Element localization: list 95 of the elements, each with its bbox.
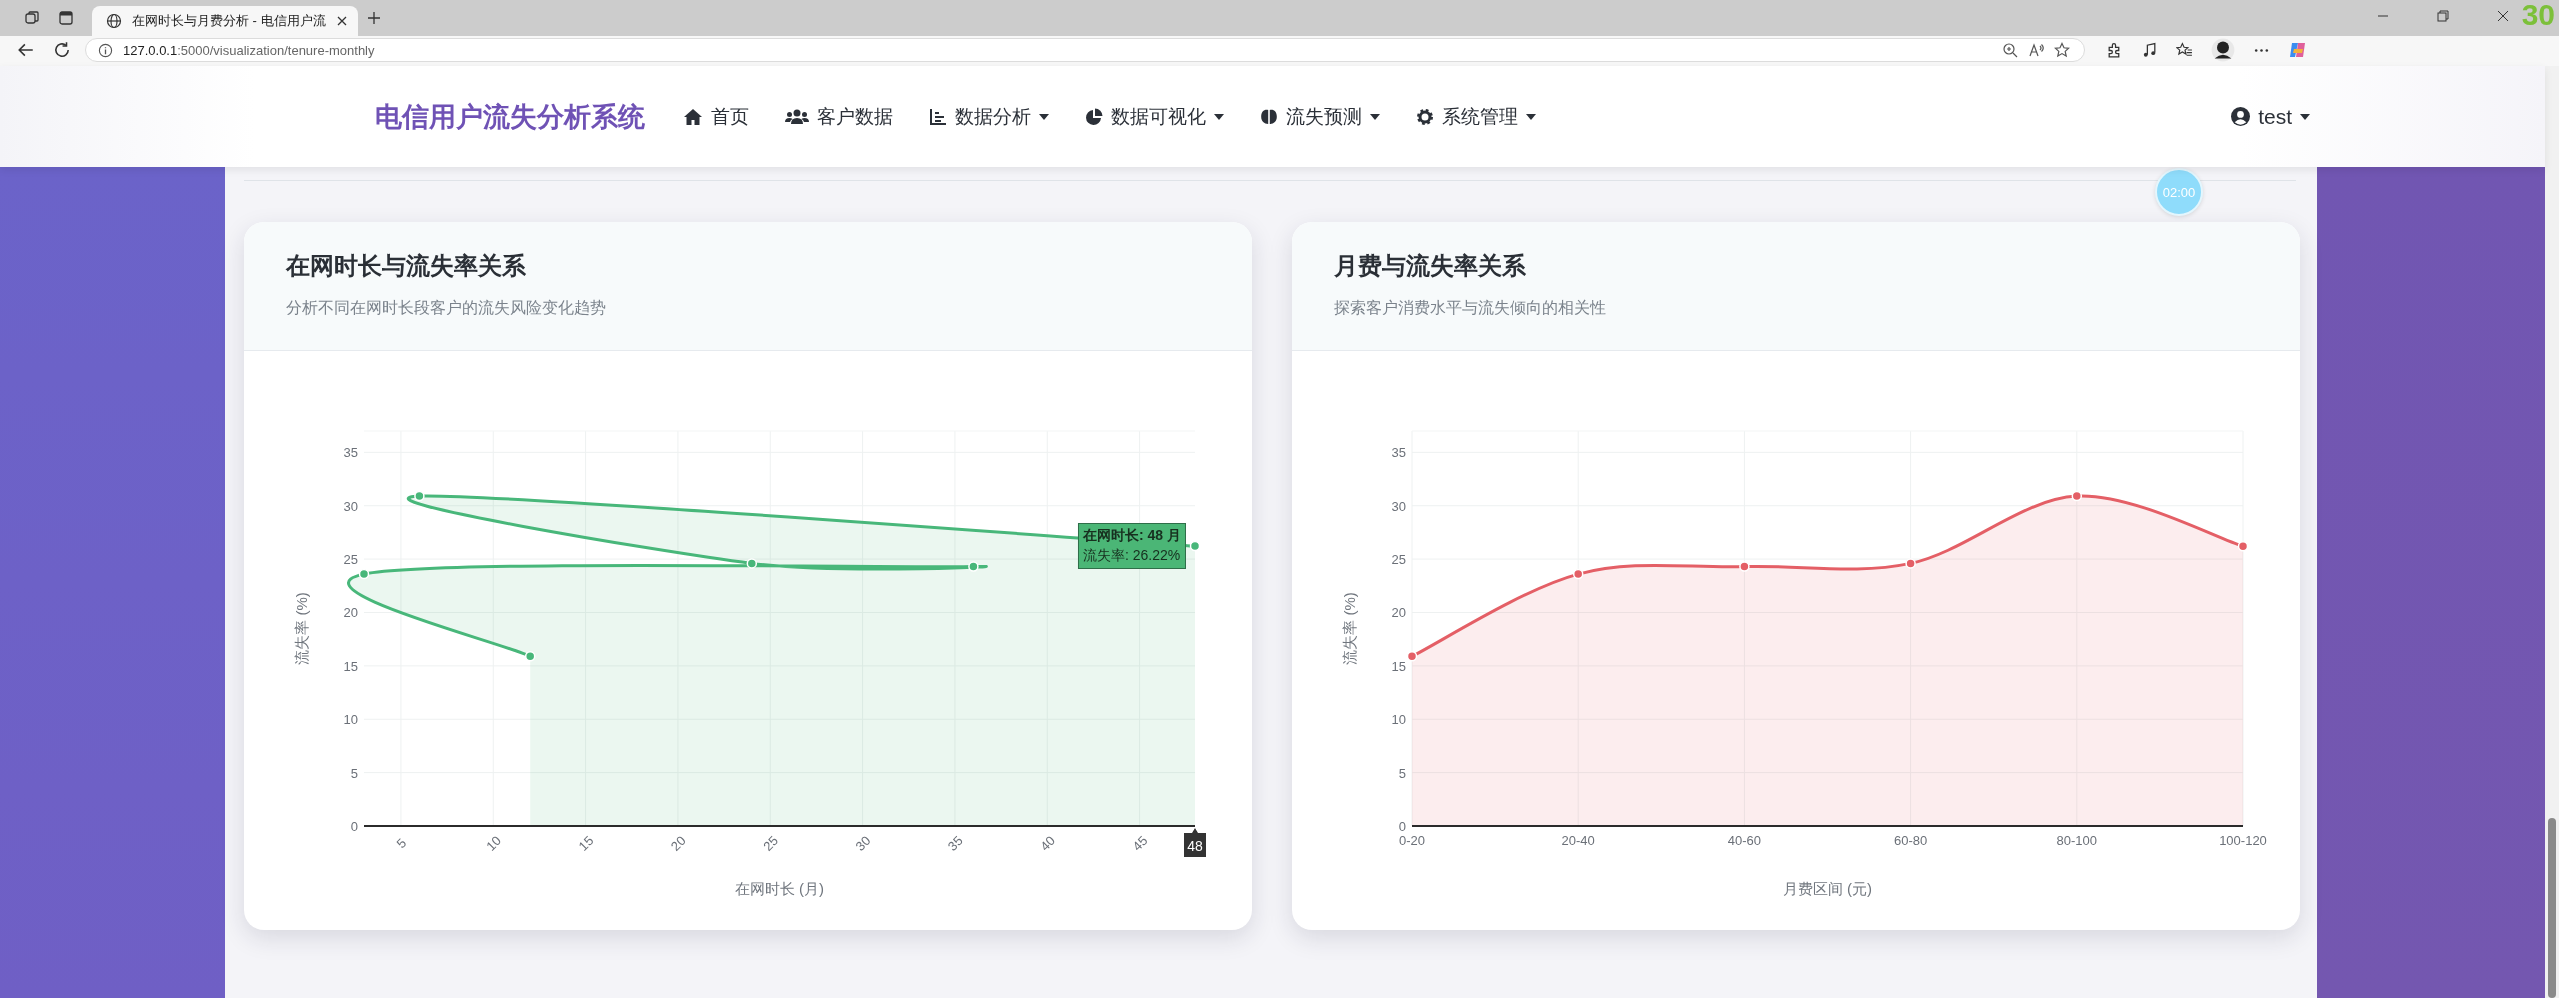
tab-actions-icon[interactable] <box>58 10 74 26</box>
copilot-icon[interactable] <box>2288 40 2308 60</box>
x-tick-label: 20-40 <box>1561 833 1595 848</box>
caret-icon <box>1039 113 1049 120</box>
caret-icon <box>2300 113 2310 120</box>
x-tick-label: 60-80 <box>1893 833 1928 848</box>
users-icon <box>785 107 809 126</box>
read-aloud-icon[interactable] <box>2028 42 2044 58</box>
zoom-icon[interactable] <box>2002 42 2018 58</box>
x-tick-label: 20 <box>667 832 689 854</box>
nav-link[interactable]: 流失预测 <box>1260 103 1380 130</box>
frame-counter: 30 <box>2521 0 2555 32</box>
card-subtitle: 探索客户消费水平与流失倾向的相关性 <box>1334 298 1607 318</box>
y-tick-label: 30 <box>343 498 358 514</box>
y-tick-label: 35 <box>343 445 358 461</box>
y-axis-title: 流失率 (%) <box>293 592 310 665</box>
point <box>1905 558 1916 569</box>
x-tick-label: 45 <box>1129 832 1151 854</box>
x-tick-label: 100-120 <box>2219 833 2267 848</box>
point <box>1739 561 1750 572</box>
point <box>358 568 370 580</box>
point <box>746 558 758 569</box>
info-icon[interactable] <box>98 42 113 58</box>
pie-chart-icon <box>1085 107 1103 126</box>
profile-avatar-icon[interactable] <box>2211 38 2235 62</box>
address-field[interactable]: 127.0.0.1:5000/visualization/tenure-monthly <box>85 38 2085 62</box>
y-tick-label: 5 <box>1398 765 1406 781</box>
back-icon[interactable] <box>17 41 35 59</box>
refresh-icon[interactable] <box>53 41 71 59</box>
x-tick-label: 80-100 <box>2056 833 2098 848</box>
y-tick-label: 10 <box>1391 712 1406 728</box>
y-axis-title: 流失率 (%) <box>1341 592 1358 665</box>
caret-icon <box>1214 113 1224 120</box>
point <box>2071 490 2083 502</box>
card-subtitle: 分析不同在网时长段客户的流失风险变化趋势 <box>286 298 607 318</box>
music-icon[interactable] <box>2141 41 2158 59</box>
y-tick-label: 30 <box>1391 498 1406 514</box>
home-icon <box>683 107 703 126</box>
new-tab-icon[interactable] <box>365 10 382 26</box>
nav-link[interactable]: 客户数据 <box>785 103 893 130</box>
scrollbar[interactable] <box>2545 66 2559 998</box>
close-icon[interactable] <box>335 15 348 27</box>
point <box>524 651 536 662</box>
x-axis-title: 月费区间 (元) <box>1782 880 1873 897</box>
y-tick-label: 0 <box>1398 819 1406 834</box>
nav-link[interactable]: 系统管理 <box>1416 103 1536 130</box>
timer-badge: 02:00 <box>2155 168 2203 216</box>
scrollbar-thumb[interactable] <box>2548 818 2556 998</box>
restore-icon[interactable] <box>2437 10 2449 22</box>
tooltip-text: 流失率: 26.22% <box>1083 547 1181 566</box>
y-tick-label: 25 <box>1391 552 1406 568</box>
point <box>1572 568 1584 580</box>
card-title: 在网时长与流失率关系 <box>286 251 527 281</box>
user-circle-icon <box>2231 107 2251 126</box>
url-text: 127.0.0.1:5000/visualization/tenure-monthly <box>123 42 375 58</box>
x-tick-label: 30 <box>852 832 874 854</box>
x-tick-label: 40-60 <box>1727 833 1762 848</box>
card-title: 月费与流失率关系 <box>1334 251 1527 281</box>
x-tick-label: 25 <box>760 832 782 854</box>
y-tick-label: 20 <box>343 605 358 621</box>
browser-tab[interactable]: 在网时长与月费分析 - 电信用户流 <box>92 6 358 36</box>
close-icon[interactable] <box>2497 10 2509 22</box>
x-tick-label: 40 <box>1037 832 1059 854</box>
x-tick-label: 15 <box>575 832 597 854</box>
nav-link[interactable]: 首页 <box>683 103 749 130</box>
globe-icon <box>106 13 122 29</box>
tooltip-title: 在网时长: 48 月 <box>1083 527 1181 546</box>
y-tick-label: 5 <box>350 765 358 781</box>
caret-icon <box>1526 113 1536 120</box>
gear-icon <box>1416 107 1434 126</box>
y-tick-label: 0 <box>350 819 358 834</box>
bar-chart-icon <box>929 107 947 126</box>
y-tick-label: 25 <box>343 552 358 568</box>
x-tick-label: 10 <box>483 832 505 854</box>
caret-icon <box>1370 113 1380 120</box>
axis-hover-label: 48 <box>1184 828 1206 857</box>
y-tick-label: 15 <box>343 658 358 674</box>
x-tick-label: 0-20 <box>1399 833 1425 848</box>
brand-title[interactable]: 电信用户流失分析系统 <box>375 98 645 135</box>
y-tick-label: 15 <box>1391 658 1406 674</box>
nav-link[interactable]: 数据分析 <box>929 103 1049 130</box>
favorites-icon[interactable] <box>2176 41 2193 59</box>
x-tick-label: 5 <box>393 835 410 852</box>
x-tick-label: 35 <box>944 832 966 854</box>
user-menu[interactable]: test <box>2231 104 2310 129</box>
star-icon[interactable] <box>2054 42 2070 58</box>
point <box>968 561 979 572</box>
y-tick-label: 20 <box>1391 605 1406 621</box>
y-tick-label: 10 <box>343 712 358 728</box>
nav-link[interactable]: 数据可视化 <box>1085 103 1224 130</box>
workspaces-icon[interactable] <box>24 10 40 26</box>
x-axis-title: 在网时长 (月) <box>734 880 825 897</box>
y-tick-label: 35 <box>1391 445 1406 461</box>
brain-icon <box>1260 107 1278 126</box>
point <box>414 490 425 502</box>
